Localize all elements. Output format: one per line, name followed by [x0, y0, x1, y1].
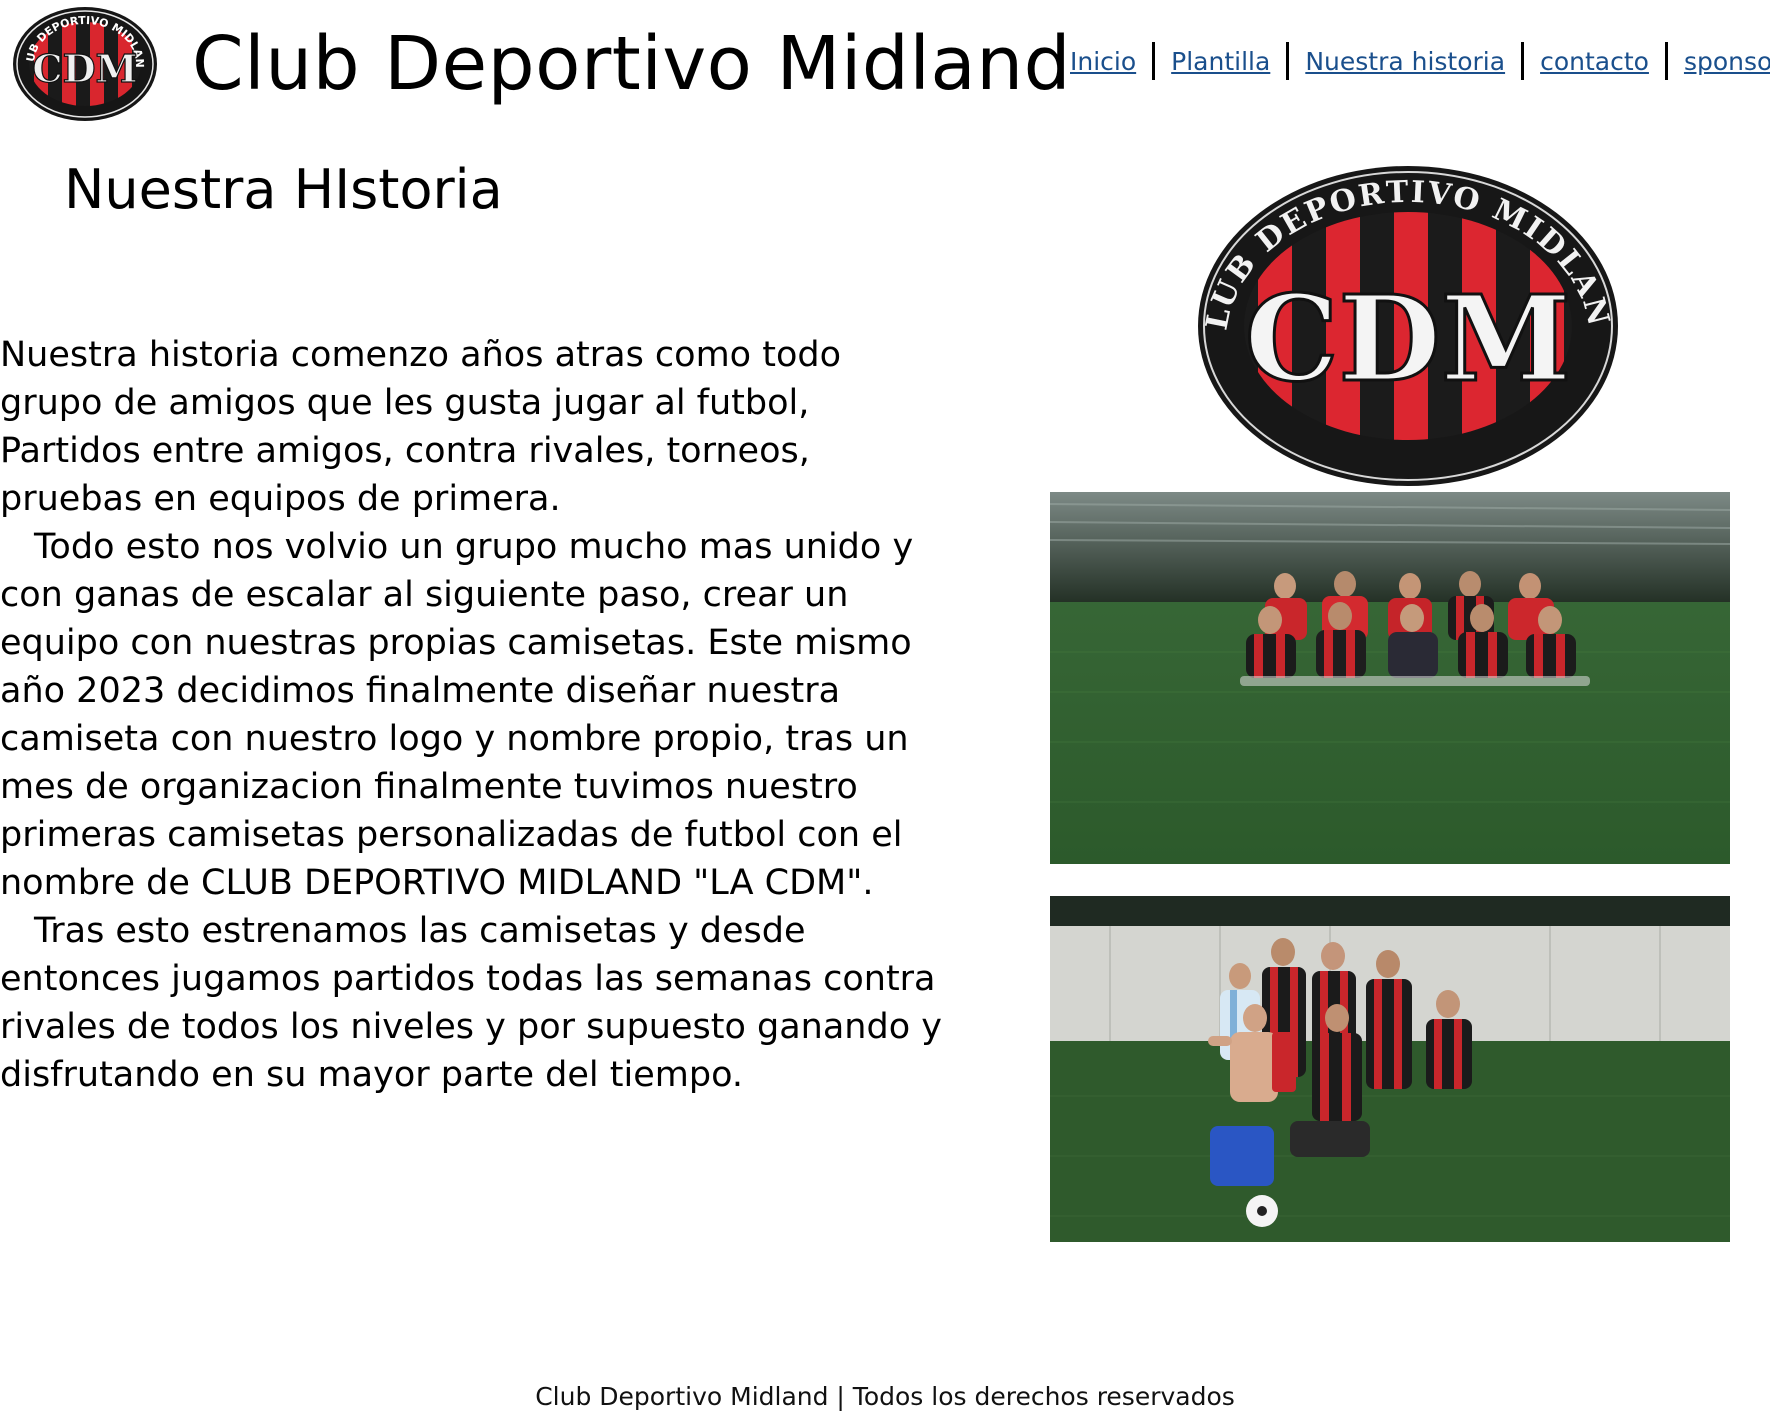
team-photo-indoor: [1050, 492, 1730, 864]
nav-link-plantilla[interactable]: Plantilla: [1171, 47, 1270, 76]
nav-link-inicio[interactable]: Inicio: [1070, 47, 1136, 76]
svg-text:CDM: CDM: [1245, 269, 1572, 408]
nav-separator: [1286, 42, 1290, 80]
history-paragraph-1: Nuestra historia comenzo años atras como…: [0, 335, 841, 519]
nav-link-contacto[interactable]: contacto: [1540, 47, 1649, 76]
club-crest-image: CLUB DEPORTIVO MIDLAND CDM: [1182, 135, 1620, 490]
svg-text:CDM: CDM: [32, 46, 137, 91]
footer-text: Club Deportivo Midland | Todos los derec…: [535, 1382, 1235, 1411]
page: CLUB DEPORTIVO MIDLAND CDM Club Deportiv…: [0, 0, 1770, 1420]
history-text: Nuestra historia comenzo años atras como…: [0, 331, 950, 1099]
club-logo[interactable]: CLUB DEPORTIVO MIDLAND CDM: [7, 0, 158, 122]
history-paragraph-3: Tras esto estrenamos las camisetas y des…: [0, 911, 942, 1095]
nav-separator: [1664, 42, 1668, 80]
history-paragraph-2: Todo esto nos volvio un grupo mucho mas …: [0, 527, 914, 903]
nav-separator: [1521, 42, 1525, 80]
nav-link-sponsors[interactable]: sponsors: [1684, 47, 1770, 76]
site-title: Club Deportivo Midland: [192, 21, 1072, 107]
nav-separator: [1152, 42, 1156, 80]
main-nav: Inicio Plantilla Nuestra historia contac…: [1070, 42, 1770, 80]
page-title: Nuestra HIstoria: [64, 158, 503, 221]
team-photo-outdoor: [1050, 896, 1730, 1242]
nav-link-nuestra-historia[interactable]: Nuestra historia: [1305, 47, 1505, 76]
